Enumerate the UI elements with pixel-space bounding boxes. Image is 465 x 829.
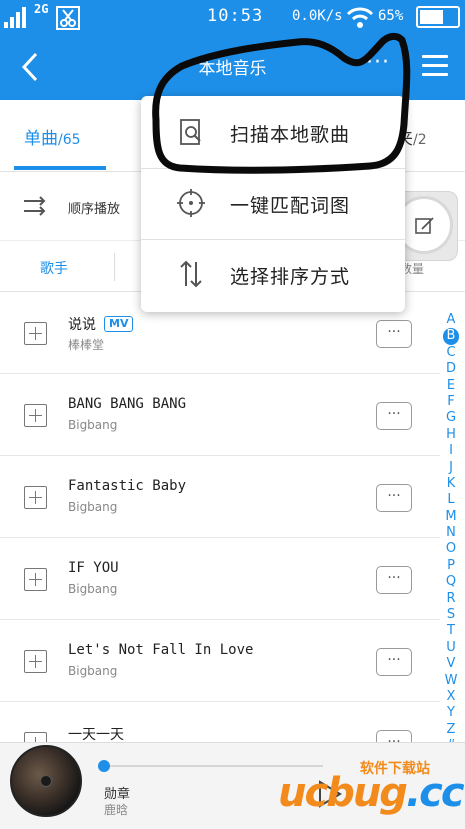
battery-percent: 65%	[378, 8, 404, 24]
song-options-button[interactable]: ···	[376, 484, 412, 512]
overflow-menu: 扫描本地歌曲 一键匹配词图 选择排序方式	[141, 96, 405, 312]
alphabet-letter[interactable]: N	[440, 525, 462, 541]
signal-icon	[4, 6, 32, 28]
network-type: 2G	[34, 2, 49, 16]
edit-pencil-icon	[415, 217, 434, 234]
status-bar: 2G 10:53 0.0K/s 65%	[0, 0, 465, 34]
tab-songs[interactable]: 单曲/65	[24, 124, 81, 149]
alphabet-letter[interactable]: A	[440, 312, 462, 328]
add-to-playlist-icon[interactable]	[24, 650, 47, 673]
filter-artist[interactable]: 歌手	[40, 258, 68, 278]
alphabet-letter[interactable]: V	[440, 656, 462, 672]
list-item[interactable]: Let's Not Fall In Love Bigbang ···	[0, 620, 440, 702]
menu-item-label: 一键匹配词图	[230, 195, 351, 217]
network-speed: 0.0K/s	[292, 8, 343, 24]
song-options-button[interactable]: ···	[376, 320, 412, 348]
mv-badge[interactable]: MV	[104, 316, 134, 332]
song-title: IF YOU	[68, 560, 119, 576]
song-title: Fantastic Baby	[68, 478, 187, 494]
add-to-playlist-icon[interactable]	[24, 404, 47, 427]
alphabet-letter[interactable]: C	[440, 345, 462, 361]
filter-divider	[114, 253, 115, 281]
alphabet-letter[interactable]: R	[440, 591, 462, 607]
alphabet-letter[interactable]: D	[440, 361, 462, 377]
crosshair-icon	[177, 189, 205, 217]
album-cover[interactable]	[10, 745, 82, 817]
sequential-play-icon[interactable]	[22, 194, 48, 218]
song-title: 说说	[68, 317, 96, 333]
now-playing-artist: 鹿晗	[104, 803, 129, 817]
alphabet-letter[interactable]: W	[440, 673, 462, 689]
menu-item-match-lyrics[interactable]: 一键匹配词图	[141, 169, 405, 239]
app-header: 本地音乐 ···	[0, 34, 465, 100]
song-artist: Bigbang	[68, 500, 118, 514]
more-options-button[interactable]: ···	[358, 48, 398, 84]
alphabet-letter[interactable]: B	[443, 328, 459, 345]
watermark-logo: ucbug.cc	[278, 770, 465, 816]
alphabet-letter[interactable]: L	[440, 492, 462, 508]
alphabet-letter[interactable]: O	[440, 541, 462, 557]
now-playing-title: 勋章	[104, 787, 131, 802]
alphabet-letter[interactable]: X	[440, 689, 462, 705]
add-to-playlist-icon[interactable]	[24, 568, 47, 591]
tab-songs-label: 单曲	[24, 129, 58, 149]
alphabet-letter[interactable]: E	[440, 378, 462, 394]
alphabet-letter[interactable]: Q	[440, 574, 462, 590]
alphabet-index[interactable]: ABCDEFGHIJKLMNOPQRSTUVWXYZ#	[440, 312, 462, 755]
song-options-button[interactable]: ···	[376, 566, 412, 594]
song-title: BANG BANG BANG	[68, 396, 187, 412]
tab-folders-count: /2	[413, 132, 427, 148]
progress-handle[interactable]	[98, 760, 110, 772]
hamburger-menu-icon[interactable]	[420, 52, 450, 80]
list-item[interactable]: BANG BANG BANG Bigbang ···	[0, 374, 440, 456]
song-artist: Bigbang	[68, 582, 118, 596]
scan-file-icon	[180, 119, 201, 145]
song-options-button[interactable]: ···	[376, 402, 412, 430]
menu-item-scan-local[interactable]: 扫描本地歌曲	[141, 98, 405, 168]
alphabet-letter[interactable]: F	[440, 394, 462, 410]
song-artist: Bigbang	[68, 664, 118, 678]
alphabet-letter[interactable]: T	[440, 623, 462, 639]
alphabet-letter[interactable]: G	[440, 410, 462, 426]
alphabet-letter[interactable]: K	[440, 476, 462, 492]
menu-item-label: 扫描本地歌曲	[230, 124, 351, 146]
alphabet-letter[interactable]: M	[440, 509, 462, 525]
add-to-playlist-icon[interactable]	[24, 322, 47, 345]
clock: 10:53	[207, 6, 264, 26]
alphabet-letter[interactable]: I	[440, 443, 462, 459]
wifi-icon	[346, 7, 374, 28]
alphabet-letter[interactable]: J	[440, 460, 462, 476]
add-to-playlist-icon[interactable]	[24, 486, 47, 509]
watermark: 软件下载站 ucbug.cc	[278, 758, 465, 828]
song-artist: Bigbang	[68, 418, 118, 432]
alphabet-letter[interactable]: U	[440, 640, 462, 656]
active-tab-indicator	[14, 166, 106, 170]
alphabet-letter[interactable]: Z	[440, 722, 462, 738]
alphabet-letter[interactable]: P	[440, 558, 462, 574]
alphabet-letter[interactable]: H	[440, 427, 462, 443]
alphabet-letter[interactable]: S	[440, 607, 462, 623]
play-mode-label[interactable]: 顺序播放	[68, 198, 120, 217]
screenshot-scissors-icon	[56, 6, 80, 30]
list-item[interactable]: Fantastic Baby Bigbang ···	[0, 456, 440, 538]
song-title: 一天一天	[68, 727, 124, 743]
song-title: Let's Not Fall In Love	[68, 642, 254, 658]
list-item[interactable]: IF YOU Bigbang ···	[0, 538, 440, 620]
battery-icon	[416, 6, 460, 28]
menu-item-label: 选择排序方式	[230, 266, 351, 288]
tab-songs-count: /65	[58, 132, 81, 148]
menu-item-sort[interactable]: 选择排序方式	[141, 240, 405, 310]
song-artist: 棒棒堂	[68, 338, 105, 352]
song-options-button[interactable]: ···	[376, 648, 412, 676]
alphabet-letter[interactable]: Y	[440, 705, 462, 721]
sort-arrows-icon	[180, 260, 202, 288]
